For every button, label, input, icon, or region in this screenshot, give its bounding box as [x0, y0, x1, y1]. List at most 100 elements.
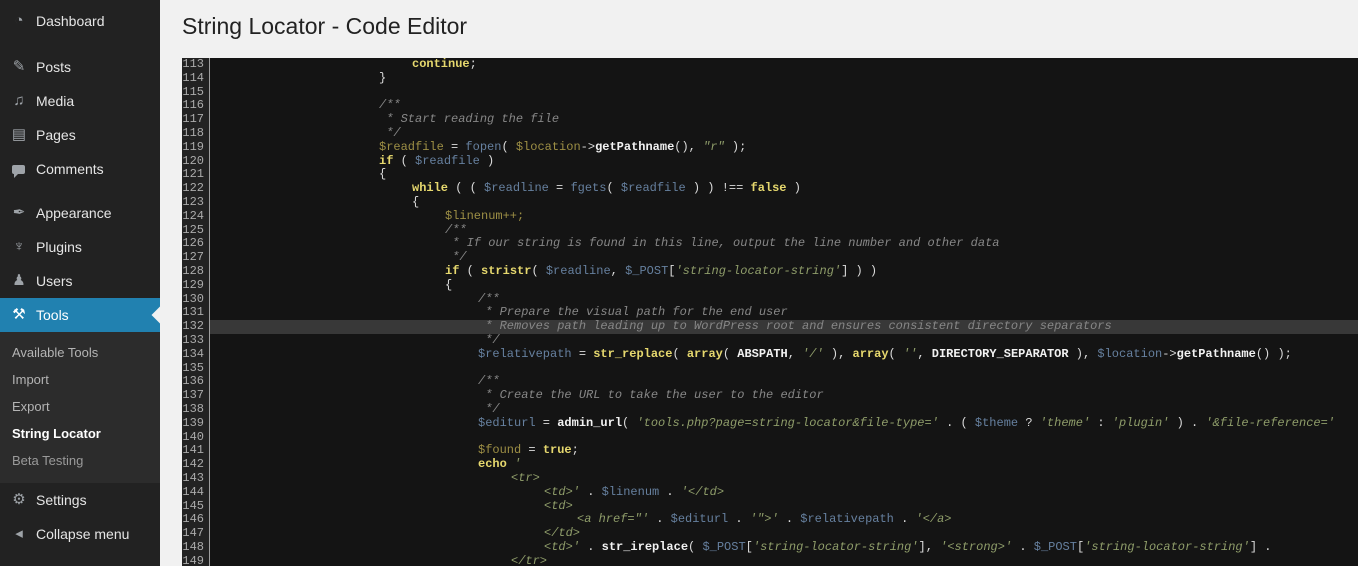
appearance-brush-icon: ✒ — [10, 204, 28, 222]
code-line[interactable]: { — [210, 279, 1358, 293]
code-line[interactable]: <td>' . $linenum . '</td> — [210, 486, 1358, 500]
code-token: $readline — [546, 264, 611, 278]
code-line[interactable] — [210, 86, 1358, 100]
code-token: -> — [1162, 347, 1176, 361]
code-line[interactable]: */ — [210, 334, 1358, 348]
code-token: , — [611, 264, 625, 278]
code-line[interactable]: /** — [210, 99, 1358, 113]
code-area[interactable]: continue;} /** * Start reading the file … — [210, 58, 1358, 566]
code-line[interactable]: $relativepath = str_replace( array( ABSP… — [210, 348, 1358, 362]
sidebar-item-dashboard[interactable]: ◔ Dashboard — [0, 4, 160, 38]
sidebar-item-media[interactable]: ♫ Media — [0, 84, 160, 118]
submenu-item-export[interactable]: Export — [0, 393, 160, 420]
code-line[interactable]: /** — [210, 375, 1358, 389]
admin-sidebar: ◔ Dashboard ✎ Posts ♫ Media ▤ Pages Comm… — [0, 0, 160, 566]
code-line[interactable]: * If our string is found in this line, o… — [210, 237, 1358, 251]
code-token: $theme — [975, 416, 1018, 430]
code-line[interactable]: $readfile = fopen( $location->getPathnam… — [210, 141, 1358, 155]
code-token: ) ) !== — [686, 181, 751, 195]
code-line[interactable]: continue; — [210, 58, 1358, 72]
code-line[interactable]: * Create the URL to take the user to the… — [210, 389, 1358, 403]
sidebar-item-collapse-menu[interactable]: ◂ Collapse menu — [0, 517, 160, 551]
code-line[interactable]: $found = true; — [210, 444, 1358, 458]
code-line[interactable]: $editurl = admin_url( 'tools.php?page=st… — [210, 417, 1358, 431]
sidebar-item-posts[interactable]: ✎ Posts — [0, 50, 160, 84]
sidebar-item-pages[interactable]: ▤ Pages — [0, 118, 160, 152]
line-number: 130 — [182, 293, 204, 307]
code-line[interactable]: /** — [210, 293, 1358, 307]
code-line[interactable]: <td> — [210, 500, 1358, 514]
code-line[interactable]: <tr> — [210, 472, 1358, 486]
sidebar-item-label: Pages — [36, 127, 76, 143]
code-token: ( — [622, 416, 636, 430]
submenu-item-beta-testing[interactable]: Beta Testing — [0, 447, 160, 474]
submenu-item-import[interactable]: Import — [0, 366, 160, 393]
code-token: true — [543, 443, 572, 457]
code-line[interactable]: </tr> — [210, 555, 1358, 566]
code-line[interactable]: * Start reading the file — [210, 113, 1358, 127]
code-token: ( — [889, 347, 903, 361]
code-line[interactable]: */ — [210, 403, 1358, 417]
code-token: . — [649, 512, 671, 526]
code-line[interactable]: } — [210, 72, 1358, 86]
code-line[interactable]: { — [210, 196, 1358, 210]
code-token: = — [536, 416, 558, 430]
line-number: 124 — [182, 210, 204, 224]
sidebar-item-appearance[interactable]: ✒ Appearance — [0, 196, 160, 230]
submenu-item-string-locator[interactable]: String Locator — [0, 420, 160, 447]
sidebar-item-users[interactable]: ♟ Users — [0, 264, 160, 298]
code-line[interactable]: { — [210, 168, 1358, 182]
code-token: array — [853, 347, 889, 361]
code-token: '/' — [802, 347, 824, 361]
code-line[interactable] — [210, 362, 1358, 376]
code-token: (), — [674, 140, 703, 154]
code-token: = — [444, 140, 466, 154]
code-token — [507, 457, 514, 471]
code-token: ( — [606, 181, 620, 195]
code-line[interactable]: <a href="' . $editurl . '">' . $relative… — [210, 513, 1358, 527]
submenu-item-available-tools[interactable]: Available Tools — [0, 339, 160, 366]
code-line[interactable]: </td> — [210, 527, 1358, 541]
sidebar-item-tools[interactable]: ⚒ Tools — [0, 298, 160, 332]
code-line[interactable]: $linenum++; — [210, 210, 1358, 224]
code-line[interactable]: * Prepare the visual path for the end us… — [210, 306, 1358, 320]
code-token: /** — [478, 292, 500, 306]
code-editor[interactable]: 1131141151161171181191201211221231241251… — [182, 58, 1358, 566]
code-token: if — [379, 154, 393, 168]
code-line[interactable]: echo ' — [210, 458, 1358, 472]
line-number: 123 — [182, 196, 204, 210]
code-token: 'tools.php?page=string-locator&file-type… — [636, 416, 938, 430]
code-line[interactable]: */ — [210, 251, 1358, 265]
code-token: stristr — [481, 264, 531, 278]
code-token: ], — [919, 540, 941, 554]
code-token: ; — [572, 443, 579, 457]
code-token: '</td> — [681, 485, 724, 499]
code-line[interactable]: */ — [210, 127, 1358, 141]
code-line[interactable]: if ( $readfile ) — [210, 155, 1358, 169]
line-number: 143 — [182, 472, 204, 486]
code-line[interactable]: while ( ( $readline = fgets( $readfile )… — [210, 182, 1358, 196]
code-token: = — [549, 181, 571, 195]
code-token: ? — [1018, 416, 1040, 430]
code-line[interactable]: /** — [210, 224, 1358, 238]
line-number: 144 — [182, 486, 204, 500]
sidebar-item-plugins[interactable]: ♆ Plugins — [0, 230, 160, 264]
code-line[interactable] — [210, 431, 1358, 445]
sidebar-item-comments[interactable]: Comments — [0, 152, 160, 186]
collapse-arrow-icon: ◂ — [10, 525, 28, 543]
code-token: ( — [393, 154, 415, 168]
code-token: '&file-reference=' — [1205, 416, 1335, 430]
code-line[interactable]: <td>' . str_ireplace( $_POST['string-loc… — [210, 541, 1358, 555]
code-token: */ — [478, 333, 500, 347]
code-token: while — [412, 181, 448, 195]
code-token: <td> — [544, 499, 573, 513]
pages-icon: ▤ — [10, 126, 28, 144]
code-token: continue — [412, 58, 470, 71]
code-token: </td> — [544, 526, 580, 540]
sidebar-item-settings[interactable]: ⚙ Settings — [0, 483, 160, 517]
code-line[interactable]: if ( stristr( $readline, $_POST['string-… — [210, 265, 1358, 279]
code-line[interactable]: * Removes path leading up to WordPress r… — [210, 320, 1358, 334]
code-token: ( — [688, 540, 702, 554]
code-token: ), — [1069, 347, 1098, 361]
code-token: */ — [379, 126, 401, 140]
